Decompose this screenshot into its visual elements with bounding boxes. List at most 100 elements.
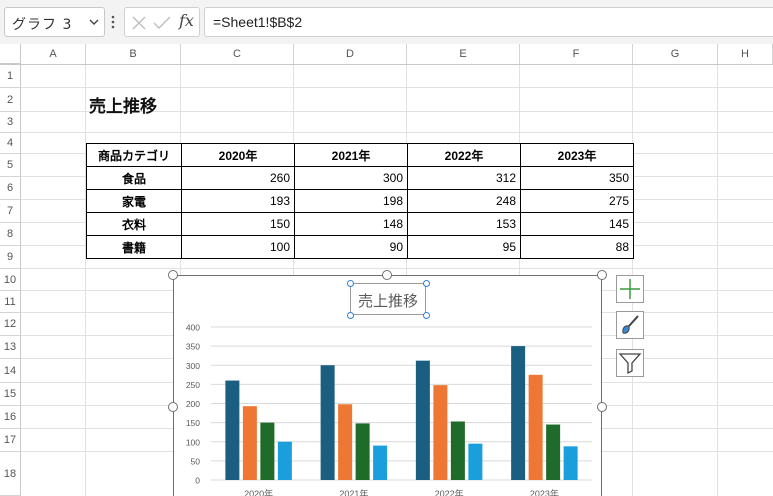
value-cell[interactable]: 88 bbox=[520, 235, 634, 259]
chart-area[interactable]: 0 50 100 150 200 250 300 350 400 2020年 2021年 2022年 2… bbox=[173, 275, 602, 496]
title-resize-handle[interactable] bbox=[423, 312, 430, 319]
value-cell[interactable]: 145 bbox=[520, 212, 634, 236]
category-cell[interactable]: 家電 bbox=[86, 189, 182, 213]
row-header[interactable]: 17 bbox=[0, 429, 21, 452]
chart-resize-handle[interactable] bbox=[597, 270, 607, 280]
title-resize-handle[interactable] bbox=[423, 280, 430, 287]
value-cell[interactable]: 198 bbox=[294, 189, 408, 213]
row-header[interactable]: 6 bbox=[0, 177, 21, 200]
column-header-border bbox=[0, 64, 773, 65]
row-header[interactable]: 3 bbox=[0, 112, 21, 133]
value-cell[interactable]: 300 bbox=[294, 166, 408, 190]
row-header[interactable]: 1 bbox=[0, 64, 21, 88]
bar[interactable] bbox=[468, 443, 483, 480]
bar[interactable] bbox=[450, 421, 465, 480]
bar[interactable] bbox=[320, 365, 335, 480]
value-cell[interactable]: 148 bbox=[294, 212, 408, 236]
chart-resize-handle[interactable] bbox=[168, 402, 178, 412]
table-header-cell[interactable]: 2023年 bbox=[520, 143, 634, 167]
category-cell[interactable]: 衣料 bbox=[86, 212, 182, 236]
more-options-icon[interactable] bbox=[110, 12, 116, 32]
chart-resize-handle[interactable] bbox=[382, 270, 392, 280]
cancel-icon[interactable] bbox=[131, 15, 147, 31]
column-header[interactable]: G bbox=[633, 44, 718, 64]
value-cell[interactable]: 193 bbox=[181, 189, 295, 213]
row-header[interactable]: 7 bbox=[0, 200, 21, 223]
bar[interactable] bbox=[511, 346, 526, 480]
chart-elements-button[interactable] bbox=[616, 275, 644, 303]
row-header[interactable]: 5 bbox=[0, 154, 21, 177]
row-header[interactable]: 12 bbox=[0, 313, 21, 336]
column-header[interactable]: E bbox=[407, 44, 520, 64]
value-cell[interactable]: 95 bbox=[407, 235, 521, 259]
table-header-cell[interactable]: 2022年 bbox=[407, 143, 521, 167]
checkmark-icon[interactable] bbox=[153, 15, 171, 31]
value-cell[interactable]: 312 bbox=[407, 166, 521, 190]
value-cell[interactable]: 260 bbox=[181, 166, 295, 190]
row-header[interactable]: 18 bbox=[0, 452, 21, 496]
chart-styles-brush-icon bbox=[622, 315, 639, 334]
bar[interactable] bbox=[242, 406, 257, 480]
row-header[interactable]: 13 bbox=[0, 336, 21, 359]
table-header-cell[interactable]: 2020年 bbox=[181, 143, 295, 167]
row-header[interactable]: 16 bbox=[0, 406, 21, 429]
gridline bbox=[21, 268, 773, 269]
row-header[interactable]: 2 bbox=[0, 88, 21, 112]
bar[interactable] bbox=[338, 404, 353, 480]
bar[interactable] bbox=[373, 445, 388, 480]
row-header[interactable]: 15 bbox=[0, 383, 21, 406]
y-tick-label: 150 bbox=[186, 418, 200, 428]
title-resize-handle[interactable] bbox=[347, 312, 354, 319]
value-cell[interactable]: 248 bbox=[407, 189, 521, 213]
bar[interactable] bbox=[415, 360, 430, 480]
value-cell[interactable]: 275 bbox=[520, 189, 634, 213]
table-row: 衣料 150 148 153 145 bbox=[86, 212, 634, 236]
bar[interactable] bbox=[277, 441, 292, 480]
row-header[interactable]: 8 bbox=[0, 223, 21, 246]
row-header[interactable]: 4 bbox=[0, 133, 21, 154]
bar[interactable] bbox=[528, 374, 543, 480]
column-header[interactable]: D bbox=[294, 44, 407, 64]
value-cell[interactable]: 90 bbox=[294, 235, 408, 259]
column-header[interactable]: C bbox=[181, 44, 294, 64]
bar[interactable] bbox=[355, 423, 370, 480]
table-header-cell[interactable]: 2021年 bbox=[294, 143, 408, 167]
chart-resize-handle[interactable] bbox=[168, 270, 178, 280]
name-box[interactable]: グラフ 3 bbox=[4, 7, 105, 37]
insert-function-icon[interactable]: fx bbox=[179, 11, 194, 30]
bar[interactable] bbox=[225, 380, 240, 480]
row-header[interactable]: 9 bbox=[0, 246, 21, 269]
chevron-down-icon[interactable] bbox=[89, 18, 99, 26]
row-header[interactable]: 14 bbox=[0, 359, 21, 383]
value-cell[interactable]: 350 bbox=[520, 166, 634, 190]
column-header[interactable]: F bbox=[520, 44, 633, 64]
chart-title-box[interactable]: 売上推移 bbox=[347, 280, 430, 319]
column-header[interactable]: A bbox=[21, 44, 86, 64]
bar[interactable] bbox=[260, 422, 275, 480]
select-all-corner[interactable] bbox=[0, 44, 21, 64]
row-header[interactable]: 10 bbox=[0, 269, 21, 291]
gridline bbox=[21, 132, 773, 133]
formula-input[interactable]: =Sheet1!$B$2 bbox=[204, 7, 773, 37]
sheet-title-cell[interactable]: 売上推移 bbox=[89, 92, 157, 117]
value-cell[interactable]: 153 bbox=[407, 212, 521, 236]
column-header[interactable]: H bbox=[718, 44, 773, 64]
value-cell[interactable]: 100 bbox=[181, 235, 295, 259]
value-cell[interactable]: 150 bbox=[181, 212, 295, 236]
chart-styles-button[interactable] bbox=[616, 311, 644, 339]
y-tick-label: 50 bbox=[191, 456, 201, 466]
chart-resize-handle[interactable] bbox=[597, 402, 607, 412]
column-header[interactable]: B bbox=[86, 44, 181, 64]
bar[interactable] bbox=[546, 424, 561, 480]
table-row: 食品 260 300 312 350 bbox=[86, 166, 634, 190]
gridline bbox=[21, 87, 773, 88]
category-cell[interactable]: 食品 bbox=[86, 166, 182, 190]
bar[interactable] bbox=[433, 385, 448, 480]
category-cell[interactable]: 書籍 bbox=[86, 235, 182, 259]
title-resize-handle[interactable] bbox=[347, 280, 354, 287]
y-tick-label: 400 bbox=[186, 323, 200, 333]
table-header-cell[interactable]: 商品カテゴリ bbox=[86, 143, 182, 167]
chart-filters-button[interactable] bbox=[616, 349, 644, 377]
row-header[interactable]: 11 bbox=[0, 291, 21, 313]
bar[interactable] bbox=[563, 446, 578, 480]
